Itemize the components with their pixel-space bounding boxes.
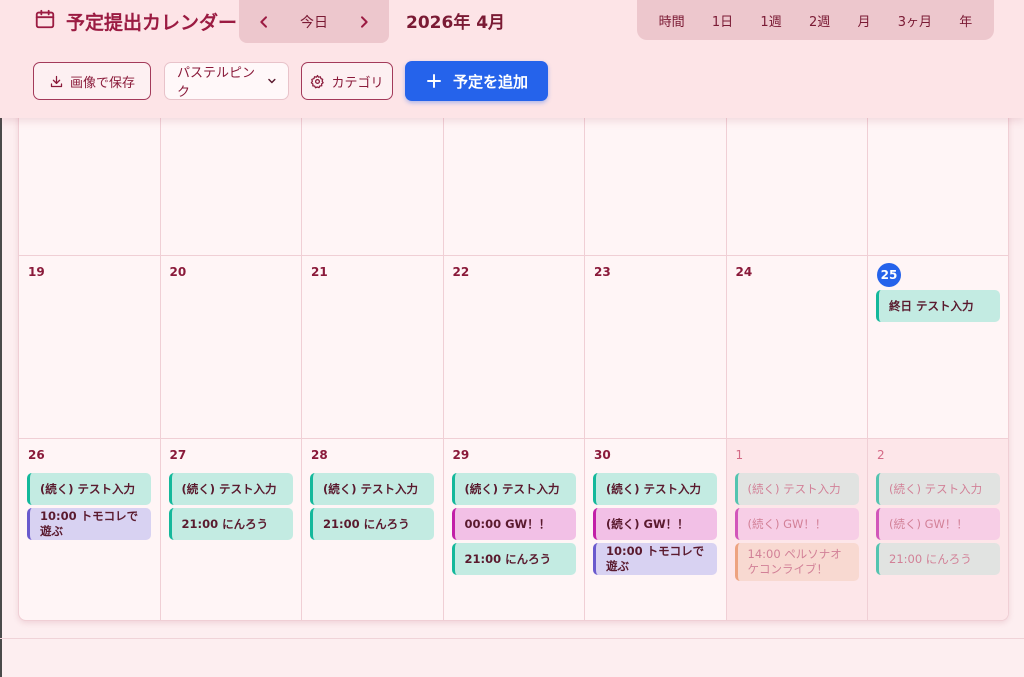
view-month-button[interactable]: 月: [851, 7, 876, 34]
calendar-event[interactable]: 終日 テスト入力: [876, 290, 1000, 322]
day-number: 19: [28, 265, 45, 279]
calendar-icon: [34, 8, 56, 35]
save-image-label: 画像で保存: [69, 75, 135, 91]
calendar-event[interactable]: 00:00 GW！！: [451, 508, 576, 540]
calendar-event[interactable]: 10:00 トモコレで遊ぶ: [27, 508, 151, 540]
view-year-button[interactable]: 年: [953, 7, 978, 34]
day-number: 27: [169, 448, 187, 462]
theme-select[interactable]: パステルピンク: [164, 62, 289, 100]
add-event-label: 予定を追加: [452, 72, 528, 91]
day-cell[interactable]: 23: [585, 256, 727, 438]
chevron-right-icon: [361, 15, 368, 28]
view-hour-button[interactable]: 時間: [653, 7, 691, 34]
day-number: 20: [169, 265, 187, 279]
calendar-event[interactable]: (続く) テスト入力: [876, 473, 1000, 505]
day-number: 28: [311, 448, 328, 462]
day-number: 22: [452, 265, 470, 279]
day-number: 30: [594, 448, 611, 462]
view-day-button[interactable]: 1日: [706, 7, 739, 34]
prev-month-button[interactable]: [253, 11, 275, 33]
month-calendar-grid: 19 20 21 22 23 24 25 終日 テスト入力 26 (続く) テスト入力 10:00…: [18, 70, 1009, 621]
calendar-event[interactable]: (続く) テスト入力: [27, 473, 151, 505]
download-icon: [50, 75, 63, 87]
day-number: 29: [452, 448, 470, 462]
day-cell[interactable]: 19: [19, 256, 161, 438]
plus-icon: [427, 74, 441, 88]
day-cell[interactable]: 28 (続く) テスト入力 21:00 にんろう: [302, 439, 444, 620]
day-number: 1: [735, 448, 744, 462]
week-row: 19 20 21 22 23 24 25 終日 テスト入力: [19, 255, 1008, 438]
day-cell[interactable]: 27 (続く) テスト入力 21:00 にんろう: [161, 439, 302, 620]
day-number: 21: [311, 265, 328, 279]
day-cell[interactable]: 24: [727, 256, 868, 438]
calendar-event[interactable]: 21:00 にんろう: [310, 508, 434, 540]
day-cell[interactable]: 30 (続く) テスト入力 (続く) GW！！ 10:00 トモコレで遊ぶ: [585, 439, 727, 620]
chevron-left-icon: [260, 15, 267, 28]
day-number: 23: [594, 265, 611, 279]
calendar-event[interactable]: (続く) テスト入力: [168, 473, 293, 505]
day-cell[interactable]: 25 終日 テスト入力: [868, 256, 1008, 438]
view-3month-button[interactable]: 3ヶ月: [892, 7, 938, 34]
view-week-button[interactable]: 1週: [754, 7, 787, 34]
chevron-down-icon: [268, 78, 276, 84]
day-cell[interactable]: 21: [302, 256, 444, 438]
add-event-button[interactable]: 予定を追加: [405, 61, 548, 101]
app-title-text: 予定提出カレンダー: [66, 11, 238, 34]
category-button[interactable]: カテゴリ: [301, 62, 393, 100]
day-cell[interactable]: 1 (続く) テスト入力 (続く) GW！！ 14:00 ペルソナオケコンライブ！: [726, 439, 868, 620]
calendar-event[interactable]: (続く) テスト入力: [593, 473, 717, 505]
calendar-event[interactable]: 21:00 にんろう: [168, 508, 293, 540]
day-number: 2: [877, 448, 885, 462]
calendar-event[interactable]: 10:00 トモコレで遊ぶ: [593, 543, 717, 575]
footer-divider: [0, 638, 1024, 639]
today-day-number: 25: [877, 263, 901, 287]
calendar-event[interactable]: (続く) GW！！: [593, 508, 717, 540]
next-month-button[interactable]: [353, 11, 375, 33]
date-navigation: 今日: [239, 0, 389, 43]
calendar-event[interactable]: (続く) テスト入力: [734, 473, 859, 505]
calendar-event[interactable]: (続く) テスト入力: [310, 473, 434, 505]
day-cell[interactable]: 22: [444, 256, 585, 438]
view-switcher: 時間 1日 1週 2週 月 3ヶ月 年: [637, 0, 994, 40]
week-row: 26 (続く) テスト入力 10:00 トモコレで遊ぶ 27 (続く) テスト入力 21:…: [19, 438, 1008, 620]
current-month-label: 2026年 4月: [406, 13, 506, 33]
save-image-button[interactable]: 画像で保存: [33, 62, 151, 100]
today-button[interactable]: 今日: [300, 12, 328, 32]
day-cell[interactable]: 29 (続く) テスト入力 00:00 GW！！ 21:00 にんろう: [444, 439, 585, 620]
calendar-event[interactable]: 21:00 にんろう: [451, 543, 576, 575]
gear-icon: [311, 74, 325, 88]
calendar-event[interactable]: (続く) GW！！: [734, 508, 859, 540]
calendar-event[interactable]: 14:00 ペルソナオケコンライブ！: [734, 543, 859, 581]
calendar-event[interactable]: (続く) GW！！: [876, 508, 1000, 540]
calendar-event[interactable]: (続く) テスト入力: [451, 473, 576, 505]
day-number: 26: [28, 448, 45, 462]
day-number: 24: [735, 265, 753, 279]
view-2week-button[interactable]: 2週: [803, 7, 836, 34]
calendar-event[interactable]: 21:00 にんろう: [876, 543, 1000, 575]
app-header: 予定提出カレンダー 今日 2026年 4月 時間 1日 1週 2週 月 3ヶ月 …: [0, 0, 1024, 118]
category-label: カテゴリ: [331, 75, 384, 91]
app-title: 予定提出カレンダー: [34, 6, 237, 36]
day-cell[interactable]: 20: [161, 256, 302, 438]
theme-select-value: パステルピンク: [177, 66, 256, 100]
day-cell[interactable]: 2 (続く) テスト入力 (続く) GW！！ 21:00 にんろう: [868, 439, 1008, 620]
day-cell[interactable]: 26 (続く) テスト入力 10:00 トモコレで遊ぶ: [19, 439, 161, 620]
